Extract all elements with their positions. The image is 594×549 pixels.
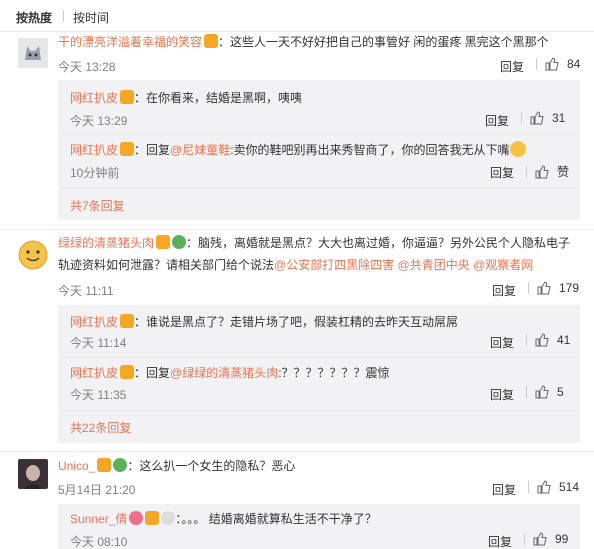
smile-emoji-icon — [509, 141, 526, 157]
sort-bar: 按热度 按时间 — [0, 0, 594, 32]
comment-divider — [0, 451, 594, 452]
comment-divider — [0, 229, 594, 230]
thumbs-up-icon — [537, 480, 551, 494]
vip-badge-icon — [204, 34, 219, 48]
sub-reply-author[interactable]: Sunner_倩 — [70, 512, 127, 526]
mention-link[interactable]: @观察者网 — [473, 258, 533, 272]
sub-reply-author[interactable]: 网红扒皮 — [70, 366, 118, 380]
reply-button[interactable]: 回复 — [490, 334, 514, 351]
user-photo-avatar-icon — [18, 459, 48, 489]
sub-reply-author[interactable]: 网红扒皮 — [70, 315, 118, 329]
member-badge-icon — [113, 458, 128, 472]
cat-avatar-icon — [18, 38, 48, 68]
vip-badge-icon — [120, 142, 135, 156]
vip-badge-icon — [145, 511, 160, 525]
sub-reply-text: 网红扒皮 ：回复@绿绿的清蒸猪头肉:？？？？？？？震惊 — [70, 365, 390, 380]
reply-divider — [62, 357, 576, 358]
sub-reply-text: 网红扒皮 ：回复@尼妹童鞋:卖你的鞋吧别再出来秀智商了，你的回答我无从下嘴 — [70, 140, 526, 160]
sub-reply-time: 今天 11:14 — [70, 336, 127, 350]
like-button[interactable]: 514 — [528, 480, 579, 494]
reply-button[interactable]: 回复 — [488, 533, 512, 549]
sub-reply-text: Sunner_倩：。。。 结婚离婚就算私生活不干净了？ — [70, 511, 377, 526]
reply-button[interactable]: 回复 — [492, 481, 516, 498]
more-replies-link[interactable]: 共22条回复 — [70, 419, 131, 436]
like-button[interactable]: 99 — [524, 532, 568, 546]
thumbs-up-icon — [530, 111, 544, 125]
sub-reply-time: 10分钟前 — [70, 166, 120, 180]
like-button[interactable]: 赞 — [526, 163, 569, 180]
comment-author[interactable]: 绿绿的清蒸猪头肉 — [58, 236, 154, 250]
reply-button[interactable]: 回复 — [490, 386, 514, 403]
comment-author[interactable]: 干的漂亮洋溢着幸福的笑容 — [58, 35, 202, 49]
like-button[interactable]: 31 — [521, 111, 565, 125]
smiley-avatar-icon — [18, 240, 48, 270]
mention-link[interactable]: @公安部打四黑除四害 — [274, 258, 394, 272]
sort-divider — [63, 10, 64, 22]
like-button[interactable]: 84 — [536, 57, 580, 71]
comment-time: 5月14日 21:20 — [58, 483, 136, 497]
mention-link[interactable]: @共青团中央 — [398, 258, 470, 272]
reply-button[interactable]: 回复 — [490, 164, 514, 181]
bow-badge-icon — [129, 511, 144, 525]
comment-text: Unico_ ：这么扒一个女生的隐私？恶心 — [58, 458, 296, 473]
sub-reply-time: 今天 08:10 — [70, 535, 128, 549]
member-badge-icon — [172, 235, 187, 249]
sub-reply-text: 网红扒皮 ：在你看来，结婚是黑啊，咦咦 — [70, 90, 303, 105]
sub-reply-author[interactable]: 网红扒皮 — [70, 91, 118, 105]
sub-reply-time: 今天 13:29 — [70, 114, 128, 128]
reply-divider — [62, 188, 576, 189]
vip-badge-icon — [120, 90, 135, 104]
more-replies-link[interactable]: 共7条回复 — [70, 197, 125, 214]
thumbs-up-icon — [545, 57, 559, 71]
sub-reply-time: 今天 11:35 — [70, 388, 127, 402]
comment-author[interactable]: Unico_ — [58, 459, 95, 473]
vip-badge-icon — [120, 314, 135, 328]
vip-badge-icon — [120, 365, 135, 379]
like-button[interactable]: 5 — [526, 385, 564, 399]
thumbs-up-icon — [535, 385, 549, 399]
reply-divider — [62, 134, 576, 135]
reply-button[interactable]: 回复 — [500, 58, 524, 75]
comment-text: 干的漂亮洋溢着幸福的笑容 ：这些人一天不好好把自己的事管好 闲的蛋疼 黑完这个黑那… — [58, 34, 549, 49]
thumbs-up-icon — [535, 164, 549, 178]
sub-reply-text: 网红扒皮 ：谁说是黑点了？走错片场了吧，假装杠精的去昨天互动屌屌 — [70, 314, 459, 329]
comment-text: 绿绿的清蒸猪头肉 ：脑残，离婚就是黑点？大大也离过婚，你逼逼？另外公民个人隐私电子 — [58, 235, 571, 250]
thumbs-up-icon — [537, 281, 551, 295]
comment-time: 今天 11:11 — [58, 284, 114, 298]
reply-button[interactable]: 回复 — [492, 282, 516, 299]
reply-button[interactable]: 回复 — [485, 112, 509, 129]
vip-badge-icon — [156, 235, 171, 249]
like-button[interactable]: 41 — [526, 333, 570, 347]
mention-link[interactable]: @尼妹童鞋 — [170, 143, 230, 157]
comment-time: 今天 13:28 — [58, 60, 116, 74]
comment-text-cont: 轨迹资料如何泄露？请相关部门给个说法@公安部打四黑除四害 @共青团中央 @观察者… — [58, 258, 534, 272]
mention-link[interactable]: @绿绿的清蒸猪头肉 — [170, 366, 278, 380]
panda-badge-icon — [161, 511, 176, 525]
avatar[interactable] — [18, 459, 48, 489]
thumbs-up-icon — [535, 333, 549, 347]
sort-by-time-tab[interactable]: 按时间 — [73, 9, 109, 26]
like-button[interactable]: 179 — [528, 281, 579, 295]
sub-reply-author[interactable]: 网红扒皮 — [70, 143, 118, 157]
sort-by-hot-tab[interactable]: 按热度 — [16, 9, 52, 26]
avatar[interactable] — [18, 240, 48, 270]
thumbs-up-icon — [533, 532, 547, 546]
avatar[interactable] — [18, 38, 48, 68]
reply-divider — [62, 410, 576, 411]
vip-badge-icon — [97, 458, 112, 472]
